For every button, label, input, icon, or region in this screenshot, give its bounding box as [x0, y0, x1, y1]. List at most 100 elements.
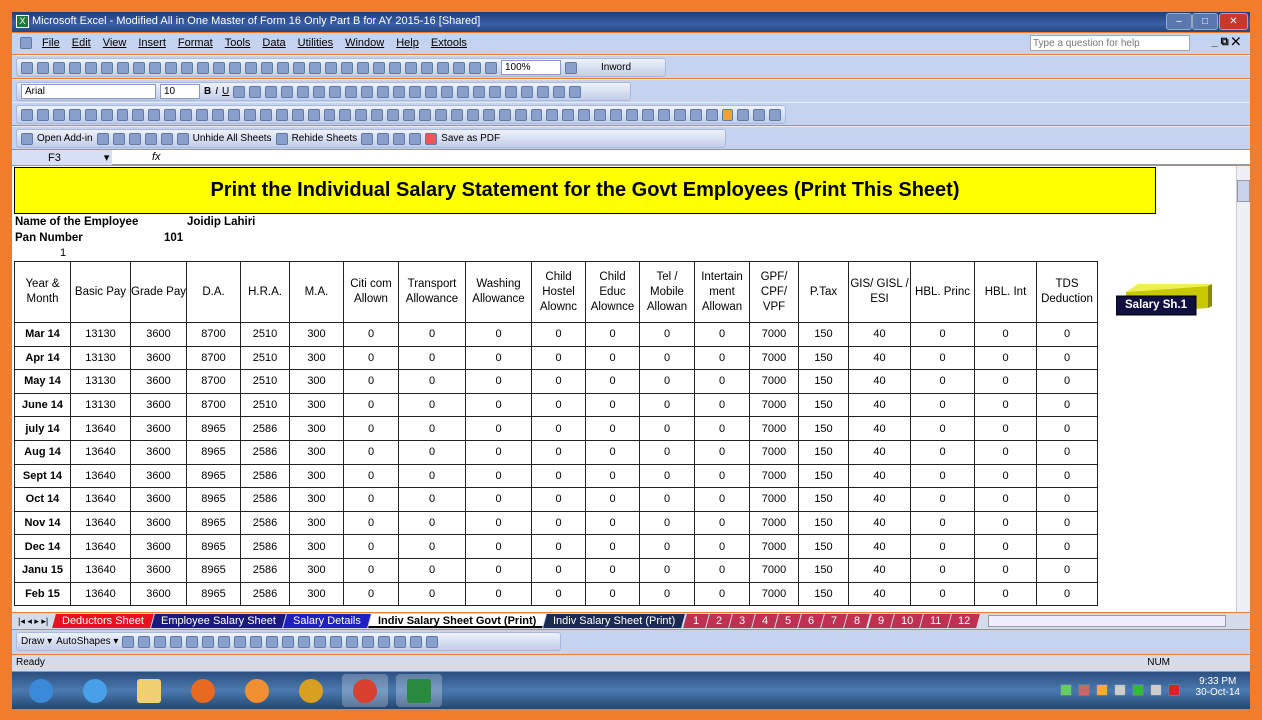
format-icon[interactable] [393, 85, 406, 98]
value-cell[interactable]: 3600 [130, 416, 187, 441]
value-cell[interactable]: 0 [694, 557, 750, 583]
format-icon[interactable] [409, 85, 422, 98]
value-cell[interactable]: 2586 [240, 416, 290, 441]
underline-button[interactable]: U [222, 86, 229, 97]
value-cell[interactable]: 0 [694, 487, 750, 512]
value-cell[interactable]: 0 [343, 487, 399, 512]
value-cell[interactable]: 2510 [240, 322, 290, 347]
format-icon[interactable] [537, 85, 550, 98]
value-cell[interactable]: 40 [848, 557, 911, 583]
toolbar-icon[interactable] [737, 108, 750, 121]
draw-tool-icon[interactable] [330, 635, 343, 648]
format-icon[interactable] [313, 85, 326, 98]
function-icon[interactable]: fx [152, 151, 161, 163]
month-cell[interactable]: Dec 14 [14, 534, 71, 559]
toolbar-icon[interactable] [165, 61, 177, 74]
month-cell[interactable]: Janu 15 [14, 557, 71, 583]
value-cell[interactable]: 0 [694, 463, 750, 489]
toolbar-icon[interactable] [469, 61, 481, 74]
format-icon[interactable] [297, 85, 310, 98]
toolbar-icon[interactable] [689, 108, 702, 121]
value-cell[interactable]: 0 [1036, 510, 1098, 536]
value-cell[interactable]: 300 [289, 534, 344, 559]
value-cell[interactable]: 2586 [240, 557, 290, 583]
sheet-tab[interactable]: 6 [798, 614, 825, 628]
value-cell[interactable]: 0 [585, 322, 640, 347]
month-cell[interactable]: June 14 [14, 392, 71, 418]
value-cell[interactable]: 13130 [70, 345, 131, 371]
tool-icon[interactable] [96, 132, 109, 145]
menu-format[interactable]: Format [178, 37, 213, 49]
toolbar-icon[interactable] [341, 61, 353, 74]
toolbar-icon[interactable] [132, 108, 145, 121]
value-cell[interactable]: 0 [1036, 487, 1098, 512]
taskbar-internet-explorer-button[interactable] [72, 674, 118, 707]
draw-tool-icon[interactable] [426, 635, 439, 648]
toolbar-icon[interactable] [626, 108, 638, 121]
value-cell[interactable]: 0 [694, 416, 750, 441]
value-cell[interactable]: 300 [289, 392, 344, 418]
value-cell[interactable]: 3600 [130, 487, 187, 512]
format-icon[interactable] [441, 85, 454, 98]
value-cell[interactable]: 8965 [186, 557, 241, 583]
open-addin-button[interactable]: Open Add-in [37, 133, 93, 144]
value-cell[interactable]: 0 [398, 392, 466, 418]
value-cell[interactable]: 0 [639, 463, 695, 489]
tool-icon[interactable] [361, 132, 374, 145]
toolbar-icon[interactable] [387, 108, 400, 121]
tray-icon[interactable] [1096, 684, 1108, 696]
menu-view[interactable]: View [103, 37, 127, 49]
value-cell[interactable]: 7000 [749, 322, 799, 347]
value-cell[interactable]: 0 [1036, 369, 1098, 394]
value-cell[interactable]: 13640 [70, 487, 131, 512]
sheet-tab[interactable]: 12 [948, 614, 981, 628]
value-cell[interactable]: 0 [910, 581, 975, 607]
value-cell[interactable]: 7000 [749, 487, 799, 512]
value-cell[interactable]: 0 [531, 345, 586, 371]
format-icon[interactable] [473, 85, 486, 98]
value-cell[interactable]: 2510 [240, 369, 290, 394]
value-cell[interactable]: 0 [343, 557, 399, 583]
draw-tool-icon[interactable] [186, 635, 199, 648]
value-cell[interactable]: 0 [694, 534, 750, 559]
draw-tool-icon[interactable] [346, 635, 359, 648]
value-cell[interactable]: 0 [639, 416, 695, 441]
menu-window[interactable]: Window [345, 37, 384, 49]
value-cell[interactable]: 3600 [130, 392, 187, 418]
value-cell[interactable]: 0 [398, 487, 466, 512]
value-cell[interactable]: 0 [585, 581, 640, 607]
value-cell[interactable]: 7000 [749, 345, 799, 371]
toolbar-icon[interactable] [116, 108, 129, 121]
value-cell[interactable]: 13640 [70, 439, 131, 465]
month-cell[interactable]: Apr 14 [14, 345, 71, 371]
value-cell[interactable]: 150 [798, 322, 849, 347]
draw-tool-icon[interactable] [154, 635, 167, 648]
menu-insert[interactable]: Insert [138, 37, 166, 49]
toolbar-icon[interactable] [229, 61, 241, 74]
toolbar-icon[interactable] [403, 108, 416, 121]
value-cell[interactable]: 8965 [186, 416, 241, 441]
value-cell[interactable]: 0 [531, 463, 586, 489]
value-cell[interactable]: 3600 [130, 557, 187, 583]
value-cell[interactable]: 0 [694, 439, 750, 465]
menu-data[interactable]: Data [262, 37, 285, 49]
format-icon[interactable] [281, 85, 294, 98]
value-cell[interactable]: 0 [398, 416, 466, 441]
draw-tool-icon[interactable] [282, 635, 295, 648]
value-cell[interactable]: 7000 [749, 416, 799, 441]
value-cell[interactable]: 0 [531, 439, 586, 465]
sheet-tab[interactable]: 5 [775, 614, 802, 628]
value-cell[interactable]: 7000 [749, 369, 799, 394]
value-cell[interactable]: 150 [798, 557, 849, 583]
tray-icon[interactable] [1168, 684, 1180, 696]
value-cell[interactable]: 0 [531, 369, 586, 394]
value-cell[interactable]: 0 [974, 369, 1037, 394]
value-cell[interactable]: 0 [639, 557, 695, 583]
value-cell[interactable]: 3600 [130, 463, 187, 489]
sheet-tab[interactable]: 2 [705, 614, 732, 628]
value-cell[interactable]: 150 [798, 581, 849, 607]
value-cell[interactable]: 0 [343, 463, 399, 489]
value-cell[interactable]: 7000 [749, 557, 799, 583]
toolbar-icon[interactable] [261, 61, 273, 74]
value-cell[interactable]: 0 [1036, 345, 1098, 371]
